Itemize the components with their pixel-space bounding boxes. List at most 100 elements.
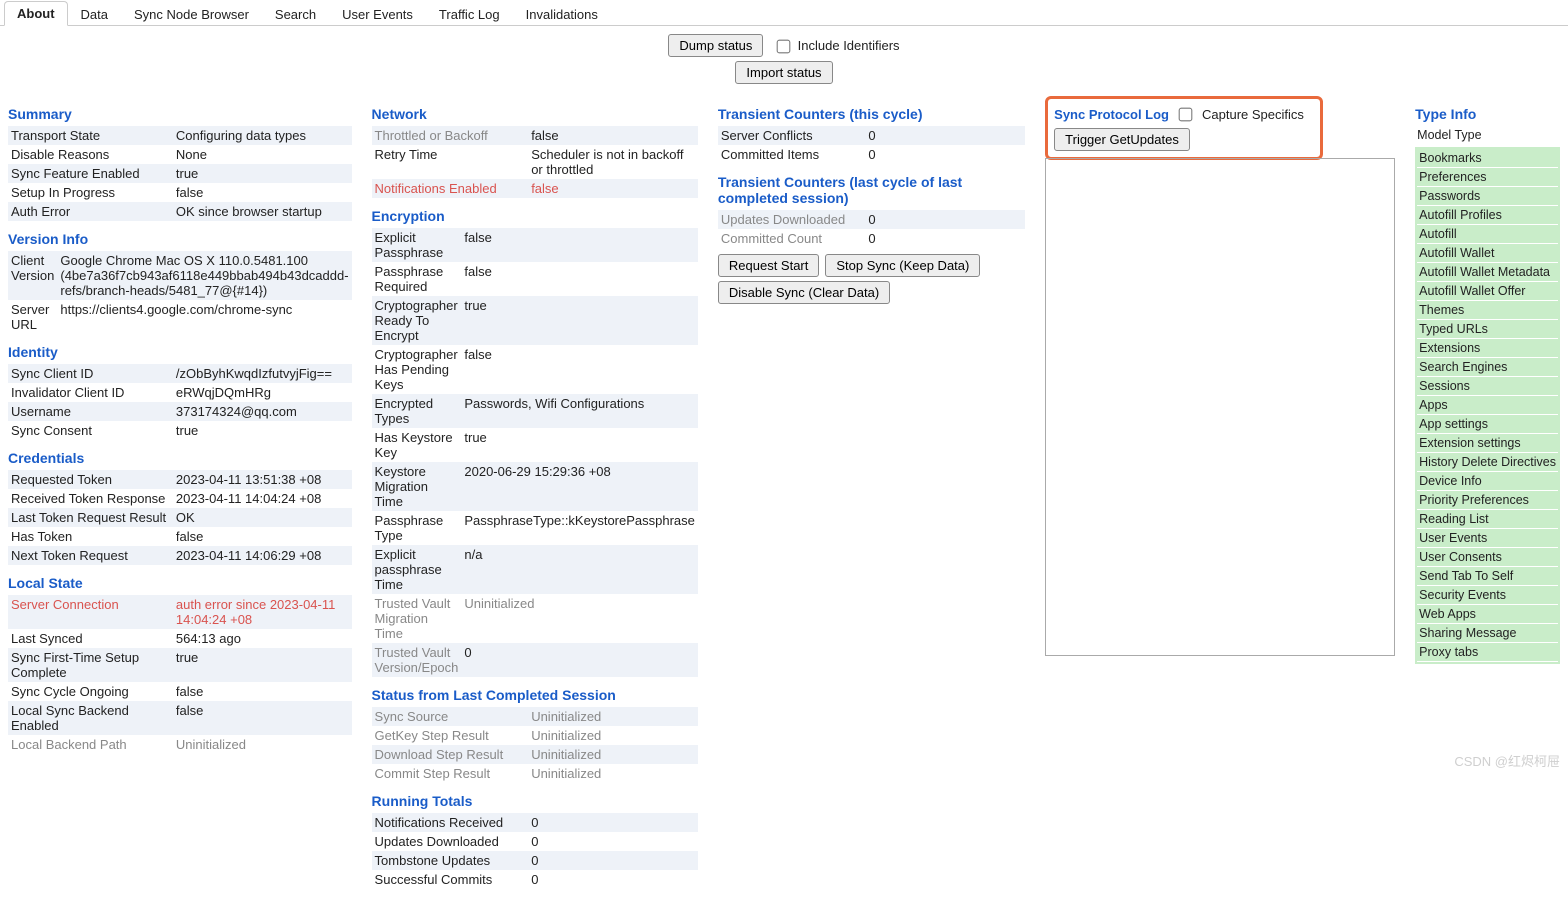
type-item[interactable]: Reading List xyxy=(1417,510,1558,529)
row-value: Passwords, Wifi Configurations xyxy=(461,394,698,428)
row-value: true xyxy=(173,164,352,183)
row-key: Commit Step Result xyxy=(372,764,529,783)
type-item[interactable]: Send Tab To Self xyxy=(1417,567,1558,586)
import-status-button[interactable]: Import status xyxy=(735,61,832,84)
summary-table: Transport StateConfiguring data typesDis… xyxy=(8,126,352,221)
row-value: true xyxy=(173,421,352,440)
row-key: Cryptographer Has Pending Keys xyxy=(372,345,462,394)
table-row: Last Token Request ResultOK xyxy=(8,508,352,527)
tab-search[interactable]: Search xyxy=(262,2,329,26)
localstate-table: Server Connectionauth error since 2023-0… xyxy=(8,595,352,754)
type-item[interactable]: History Delete Directives xyxy=(1417,453,1558,472)
type-item[interactable]: Priority Preferences xyxy=(1417,491,1558,510)
dump-status-button[interactable]: Dump status xyxy=(668,34,763,57)
transcycle-title: Transient Counters (this cycle) xyxy=(718,106,1025,122)
row-key: Keystore Migration Time xyxy=(372,462,462,511)
type-item[interactable]: Typed URLs xyxy=(1417,320,1558,339)
type-item[interactable]: Autofill xyxy=(1417,225,1558,244)
type-item[interactable]: Extensions xyxy=(1417,339,1558,358)
row-value: n/a xyxy=(461,545,698,594)
row-value: Uninitialized xyxy=(173,735,352,754)
row-key: Passphrase Required xyxy=(372,262,462,296)
row-key: Committed Items xyxy=(718,145,865,164)
row-key: Client Version xyxy=(8,251,57,300)
type-item[interactable]: Bookmarks xyxy=(1417,149,1558,168)
table-row: Explicit passphrase Timen/a xyxy=(372,545,698,594)
type-item[interactable]: Sharing Message xyxy=(1417,624,1558,643)
summary-title: Summary xyxy=(8,106,352,122)
tab-data[interactable]: Data xyxy=(68,2,121,26)
capture-specifics-checkbox[interactable] xyxy=(1179,108,1193,122)
row-value: 0 xyxy=(461,643,698,677)
translast-table: Updates Downloaded0Committed Count0 xyxy=(718,210,1025,248)
typeinfo-title: Type Info xyxy=(1415,106,1560,122)
table-row: Notifications Enabledfalse xyxy=(372,179,698,198)
versioninfo-title: Version Info xyxy=(8,231,352,247)
row-value: None xyxy=(173,145,352,164)
table-row: Sync Feature Enabledtrue xyxy=(8,164,352,183)
type-item[interactable]: Passwords xyxy=(1417,187,1558,206)
row-key: Notifications Enabled xyxy=(372,179,529,198)
protocol-log-pane[interactable] xyxy=(1045,158,1395,656)
type-item[interactable]: Device Info xyxy=(1417,472,1558,491)
row-value: 2023-04-11 14:06:29 +08 xyxy=(173,546,352,565)
table-row: Updates Downloaded0 xyxy=(372,832,698,851)
tab-about[interactable]: About xyxy=(4,1,68,26)
table-row: Updates Downloaded0 xyxy=(718,210,1025,229)
stop-sync-button[interactable]: Stop Sync (Keep Data) xyxy=(825,254,980,277)
type-item[interactable]: Preferences xyxy=(1417,168,1558,187)
type-item[interactable]: Autofill Wallet Metadata xyxy=(1417,263,1558,282)
type-item[interactable]: Extension settings xyxy=(1417,434,1558,453)
tab-invalidations[interactable]: Invalidations xyxy=(513,2,611,26)
table-row: Last Synced564:13 ago xyxy=(8,629,352,648)
type-item[interactable]: Apps xyxy=(1417,396,1558,415)
row-key: Passphrase Type xyxy=(372,511,462,545)
table-row: Has Tokenfalse xyxy=(8,527,352,546)
row-value: Google Chrome Mac OS X 110.0.5481.100 (4… xyxy=(57,251,351,300)
versioninfo-table: Client VersionGoogle Chrome Mac OS X 110… xyxy=(8,251,352,334)
include-identifiers-text: Include Identifiers xyxy=(798,38,900,53)
row-value: 0 xyxy=(865,126,1025,145)
type-item[interactable]: Autofill Profiles xyxy=(1417,206,1558,225)
type-item[interactable]: User Consents xyxy=(1417,548,1558,567)
row-value: Uninitialized xyxy=(528,745,698,764)
table-row: Tombstone Updates0 xyxy=(372,851,698,870)
row-key: Successful Commits xyxy=(372,870,529,889)
request-start-button[interactable]: Request Start xyxy=(718,254,820,277)
include-identifiers-label[interactable]: Include Identifiers xyxy=(773,38,900,53)
include-identifiers-checkbox[interactable] xyxy=(777,40,791,54)
row-value: false xyxy=(173,183,352,202)
type-item[interactable]: App settings xyxy=(1417,415,1558,434)
type-item[interactable]: Web Apps xyxy=(1417,605,1558,624)
row-value: OK since browser startup xyxy=(173,202,352,221)
row-value: true xyxy=(173,648,352,682)
tab-user-events[interactable]: User Events xyxy=(329,2,426,26)
lastsession-table: Sync SourceUninitializedGetKey Step Resu… xyxy=(372,707,698,783)
sync-protocol-title: Sync Protocol Log xyxy=(1054,107,1169,122)
type-item[interactable]: Search Engines xyxy=(1417,358,1558,377)
type-item[interactable]: Autofill Wallet Offer xyxy=(1417,282,1558,301)
tab-sync-node-browser[interactable]: Sync Node Browser xyxy=(121,2,262,26)
tab-traffic-log[interactable]: Traffic Log xyxy=(426,2,513,26)
table-row: Commit Step ResultUninitialized xyxy=(372,764,698,783)
type-item[interactable]: Themes xyxy=(1417,301,1558,320)
trigger-getupdates-button[interactable]: Trigger GetUpdates xyxy=(1054,128,1190,151)
localstate-title: Local State xyxy=(8,575,352,591)
type-item[interactable]: Proxy tabs xyxy=(1417,643,1558,662)
disable-sync-button[interactable]: Disable Sync (Clear Data) xyxy=(718,281,890,304)
table-row: Has Keystore Keytrue xyxy=(372,428,698,462)
type-item[interactable]: Sessions xyxy=(1417,377,1558,396)
row-key: Explicit passphrase Time xyxy=(372,545,462,594)
type-item[interactable]: User Events xyxy=(1417,529,1558,548)
table-row: Cryptographer Ready To Encrypttrue xyxy=(372,296,698,345)
row-key: Local Sync Backend Enabled xyxy=(8,701,173,735)
table-row: Keystore Migration Time2020-06-29 15:29:… xyxy=(372,462,698,511)
row-key: Committed Count xyxy=(718,229,865,248)
type-item[interactable]: Autofill Wallet xyxy=(1417,244,1558,263)
table-row: Encrypted TypesPasswords, Wifi Configura… xyxy=(372,394,698,428)
row-value: https://clients4.google.com/chrome-sync xyxy=(57,300,351,334)
table-row: Committed Items0 xyxy=(718,145,1025,164)
type-item[interactable]: Security Events xyxy=(1417,586,1558,605)
row-key: Username xyxy=(8,402,173,421)
row-value: 2020-06-29 15:29:36 +08 xyxy=(461,462,698,511)
